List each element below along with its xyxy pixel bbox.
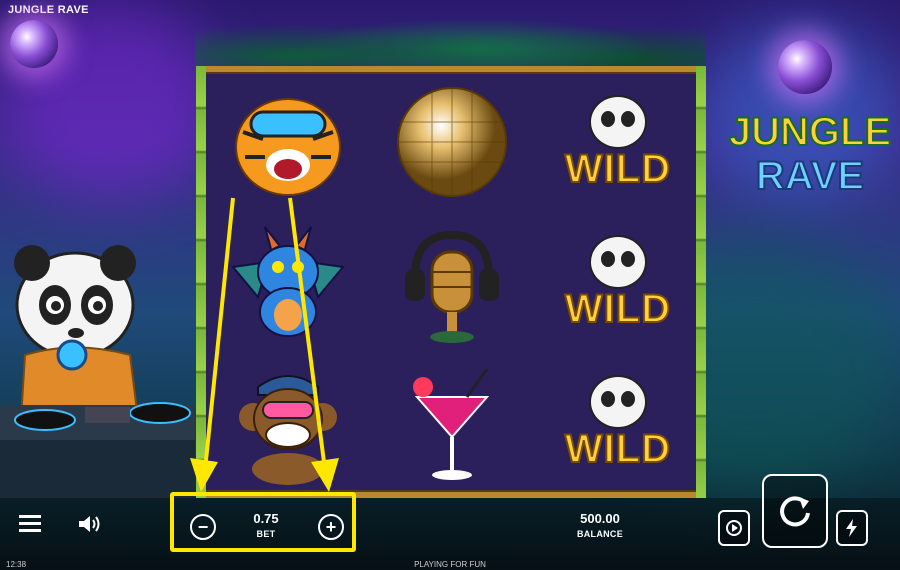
- spin-icon: [780, 496, 810, 527]
- lightning-icon: [846, 519, 857, 537]
- autoplay-button[interactable]: [718, 510, 750, 546]
- bet-decrease-button[interactable]: −: [190, 514, 216, 540]
- bet-value: 0.75: [253, 511, 279, 526]
- sound-icon[interactable]: [76, 513, 102, 535]
- clock: 12:38: [6, 560, 27, 569]
- bet-label: BET: [256, 529, 276, 539]
- turbo-button[interactable]: [836, 510, 868, 546]
- bet-increase-button[interactable]: +: [318, 514, 344, 540]
- menu-icon[interactable]: [18, 513, 42, 535]
- play-mode-text: PLAYING FOR FUN: [414, 560, 486, 569]
- autoplay-icon: [726, 520, 742, 536]
- balance-label: BALANCE: [576, 529, 624, 539]
- balance-value: 500.00: [580, 511, 620, 526]
- spin-button[interactable]: [762, 474, 828, 548]
